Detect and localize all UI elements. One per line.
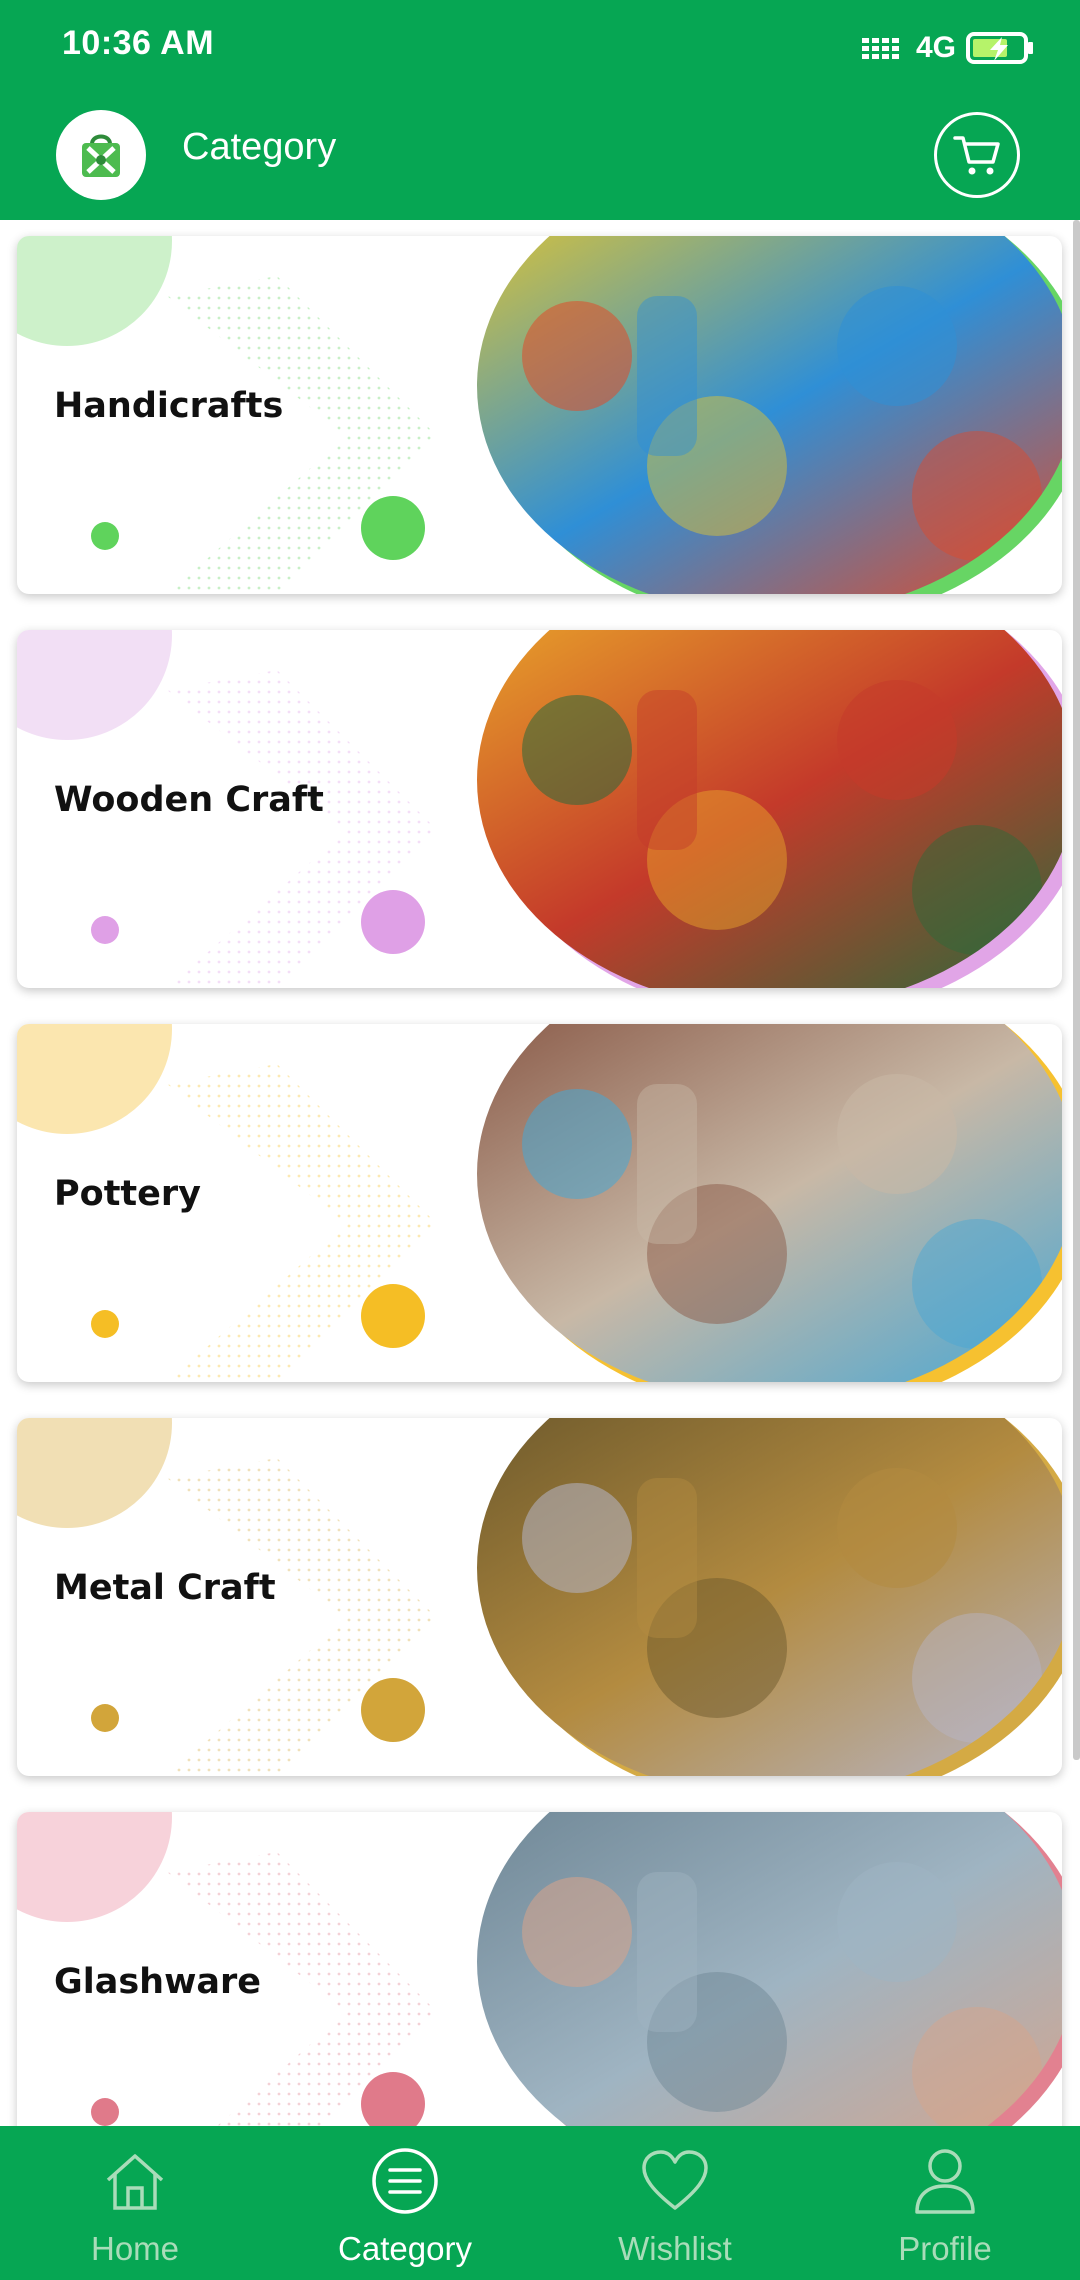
shopping-bag-icon xyxy=(82,134,120,177)
nav-wishlist[interactable]: Wishlist xyxy=(540,2126,810,2280)
app-logo xyxy=(56,110,146,200)
nav-profile-label: Profile xyxy=(898,2230,992,2267)
nav-wishlist-label: Wishlist xyxy=(618,2230,732,2267)
cart-icon xyxy=(953,136,1000,175)
status-bar: 10:36 AM 4G xyxy=(0,0,1080,96)
status-icons: 4G xyxy=(861,28,1036,68)
nav-profile[interactable]: Profile xyxy=(810,2126,1080,2280)
bottom-nav: Home Category Wishlist Profile xyxy=(0,2126,1080,2280)
app-bar: Category xyxy=(0,96,1080,220)
category-card[interactable]: Glashware xyxy=(17,1812,1062,2126)
category-card[interactable]: Pottery xyxy=(17,1024,1062,1382)
heart-icon xyxy=(642,2150,708,2210)
category-title: Metal Craft xyxy=(54,1568,276,1608)
category-title: Glashware xyxy=(54,1962,262,2002)
status-time: 10:36 AM xyxy=(62,24,215,62)
category-card[interactable]: Wooden Craft xyxy=(17,630,1062,988)
nav-category-label: Category xyxy=(338,2230,472,2267)
category-list[interactable]: Handicrafts Wooden Craft Pottery Metal C… xyxy=(0,220,1080,2126)
scrollbar[interactable] xyxy=(1073,220,1080,1760)
page-title: Category xyxy=(182,126,337,168)
nav-category[interactable]: Category xyxy=(270,2126,540,2280)
home-icon xyxy=(106,2154,164,2210)
battery-charging-icon xyxy=(966,32,1033,64)
category-card[interactable]: Metal Craft xyxy=(17,1418,1062,1776)
signal-icon xyxy=(861,38,899,59)
category-title: Pottery xyxy=(54,1174,201,1214)
category-card[interactable]: Handicrafts xyxy=(17,236,1062,594)
menu-icon xyxy=(372,2148,438,2214)
profile-icon xyxy=(915,2149,975,2214)
nav-home-label: Home xyxy=(90,2230,180,2267)
category-title: Wooden Craft xyxy=(54,780,324,820)
nav-home[interactable]: Home xyxy=(0,2126,270,2280)
network-type: 4G xyxy=(915,31,956,64)
cart-button[interactable] xyxy=(934,112,1020,198)
category-title: Handicrafts xyxy=(54,386,284,426)
